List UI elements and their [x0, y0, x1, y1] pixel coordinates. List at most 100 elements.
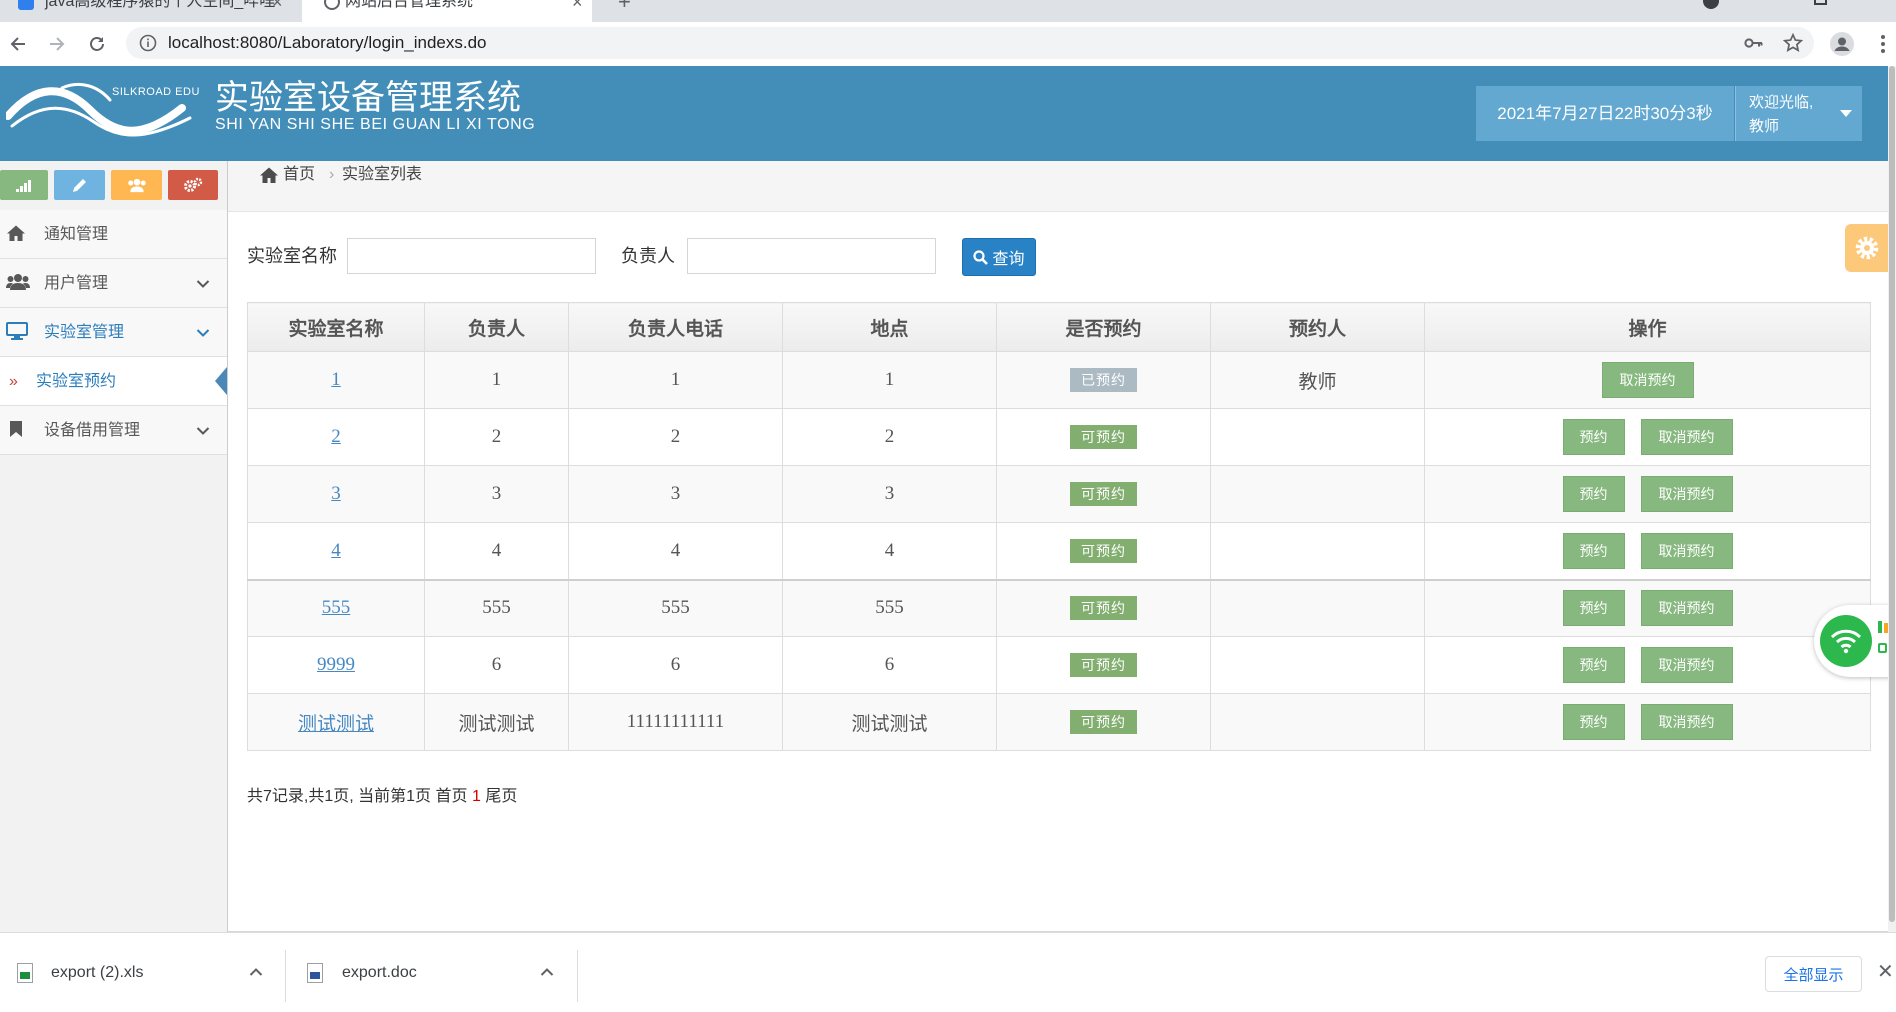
- profile-avatar-icon[interactable]: [1830, 32, 1854, 56]
- actions-cell: 预约 取消预约: [1424, 522, 1871, 580]
- new-tab-button[interactable]: +: [618, 0, 631, 13]
- lab-name-link[interactable]: 4: [331, 540, 341, 561]
- browser-menu-icon[interactable]: [1880, 34, 1886, 54]
- nav-label: 设备借用管理: [44, 422, 141, 439]
- status-badge: 可预约: [1070, 482, 1137, 506]
- users-shortcut-button[interactable]: [111, 170, 162, 200]
- table-row: 3 3 3 3 可预约 预约 取消预约: [247, 465, 1871, 523]
- reservation-status-cell: 可预约: [996, 636, 1211, 694]
- search-button[interactable]: 查询: [962, 238, 1036, 276]
- cancel-reservation-button[interactable]: 取消预约: [1640, 532, 1733, 569]
- file-type-mark: [310, 972, 320, 979]
- nav-equipment-borrow-management[interactable]: 设备借用管理: [0, 406, 227, 455]
- column-header: 负责人: [424, 302, 569, 352]
- actions-cell: 预约 取消预约: [1424, 578, 1871, 637]
- lab-name-link[interactable]: 3: [331, 483, 341, 504]
- reserve-button[interactable]: 预约: [1562, 704, 1625, 740]
- first-page-link[interactable]: 首页: [436, 788, 468, 805]
- cancel-reservation-button[interactable]: 取消预约: [1640, 419, 1733, 455]
- last-page-link[interactable]: 尾页: [485, 788, 517, 805]
- nav-lab-reservation[interactable]: » 实验室预约: [0, 357, 227, 406]
- browser-tab[interactable]: java高级程序猿的个人空间_哔哩 ×: [0, 0, 296, 22]
- tab-favicon-icon: [18, 0, 34, 10]
- cancel-reservation-button[interactable]: 取消预约: [1640, 704, 1733, 740]
- nav-user-management[interactable]: 用户管理: [0, 259, 227, 308]
- back-arrow-icon[interactable]: [9, 35, 27, 53]
- table-row: 4 4 4 4 可预约 预约 取消预约: [247, 522, 1871, 580]
- maximize-window-icon[interactable]: [1814, 0, 1827, 5]
- xls-file-icon: [17, 963, 33, 983]
- lab-name-link[interactable]: 9999: [317, 654, 355, 675]
- lab-name-link[interactable]: 测试测试: [298, 714, 374, 735]
- table-row: 2 2 2 2 可预约 预约 取消预约: [247, 408, 1871, 466]
- key-icon[interactable]: [1744, 35, 1764, 51]
- lab-name-link[interactable]: 1: [331, 369, 341, 390]
- cancel-reservation-button[interactable]: 取消预约: [1601, 362, 1694, 398]
- stats-shortcut-button[interactable]: [0, 170, 48, 200]
- manager-cell: 2: [424, 408, 569, 466]
- breadcrumb-home-link[interactable]: 首页: [283, 161, 315, 189]
- cancel-reservation-button[interactable]: 取消预约: [1640, 590, 1733, 627]
- edit-shortcut-button[interactable]: [54, 170, 105, 200]
- location-cell: 1: [782, 351, 997, 409]
- tab-favicon-icon: [324, 0, 340, 10]
- chevron-up-icon[interactable]: [540, 967, 554, 977]
- browser-tab-active[interactable]: 网站后台管理系统 ×: [302, 0, 592, 22]
- reserve-button[interactable]: 预约: [1562, 647, 1625, 683]
- nav-lab-management[interactable]: 实验室管理: [0, 308, 227, 357]
- lab-name-input[interactable]: [347, 238, 596, 274]
- reservation-status-cell: 可预约: [996, 522, 1211, 580]
- phone-cell: 2: [568, 408, 783, 466]
- lab-name-link[interactable]: 2: [331, 426, 341, 447]
- nav-label: 通知管理: [44, 226, 109, 243]
- settings-toggle-button[interactable]: [1845, 224, 1888, 272]
- reservation-status-cell: 可预约: [996, 578, 1211, 637]
- double-angle-right-icon: »: [9, 373, 18, 390]
- tab-close-icon[interactable]: ×: [572, 0, 583, 12]
- column-header: 操作: [1424, 302, 1871, 352]
- phone-cell: 6: [568, 636, 783, 694]
- download-item-name[interactable]: export (2).xls: [51, 963, 143, 983]
- manager-input[interactable]: [687, 238, 936, 274]
- manager-cell: 测试测试: [424, 693, 569, 751]
- welcome-text: 欢迎光临,: [1749, 94, 1814, 111]
- scrollbar-thumb[interactable]: [1889, 66, 1895, 922]
- cancel-reservation-button[interactable]: 取消预约: [1640, 647, 1733, 683]
- download-separator: [577, 950, 578, 1002]
- reload-icon[interactable]: [88, 35, 106, 53]
- nav-notice-management[interactable]: 通知管理: [0, 210, 227, 259]
- settings-shortcut-button[interactable]: [168, 170, 218, 200]
- chevron-up-icon[interactable]: [249, 967, 263, 977]
- desktop-icon: [6, 322, 28, 340]
- browser-toolbar: localhost:8080/Laboratory/login_indexs.d…: [0, 22, 1896, 66]
- bookmark-star-icon[interactable]: [1782, 32, 1804, 53]
- chevron-down-icon: [196, 279, 210, 289]
- extension-icon[interactable]: [1703, 0, 1719, 9]
- address-bar[interactable]: localhost:8080/Laboratory/login_indexs.d…: [126, 27, 1814, 59]
- current-page-number[interactable]: 1: [472, 788, 481, 805]
- lab-name-link[interactable]: 555: [322, 597, 351, 618]
- url-text[interactable]: localhost:8080/Laboratory/login_indexs.d…: [168, 27, 487, 59]
- lab-name-label: 实验室名称: [247, 246, 337, 266]
- info-icon[interactable]: [139, 34, 157, 52]
- reserve-button[interactable]: 预约: [1562, 590, 1625, 627]
- current-datetime: 2021年7月27日22时30分3秒: [1476, 86, 1734, 141]
- phone-cell: 11111111111: [568, 693, 783, 751]
- cancel-reservation-button[interactable]: 取消预约: [1640, 476, 1733, 512]
- location-cell: 3: [782, 465, 997, 523]
- reserve-button[interactable]: 预约: [1562, 476, 1625, 512]
- reserve-button[interactable]: 预约: [1562, 419, 1625, 455]
- lab-table: 实验室名称 负责人 负责人电话 地点 是否预约 预约人 操作 1 1 1 1 已预约 教师…: [247, 302, 1871, 751]
- show-all-downloads-button[interactable]: 全部显示: [1765, 956, 1862, 992]
- floating-network-widget[interactable]: [1814, 605, 1896, 677]
- reserve-button[interactable]: 预约: [1562, 532, 1625, 569]
- battery-icon: [1878, 643, 1887, 653]
- forward-arrow-icon[interactable]: [48, 35, 66, 53]
- tab-close-icon[interactable]: ×: [272, 0, 283, 12]
- sidebar: 通知管理 用户管理 实验室管理 » 实验室预约 设备借用管理: [0, 161, 228, 932]
- manager-cell: 6: [424, 636, 569, 694]
- booker-cell: [1210, 465, 1425, 523]
- download-item-name[interactable]: export.doc: [342, 963, 417, 983]
- close-icon[interactable]: ✕: [1877, 962, 1894, 982]
- user-menu-dropdown[interactable]: 欢迎光临, 教师: [1735, 86, 1862, 141]
